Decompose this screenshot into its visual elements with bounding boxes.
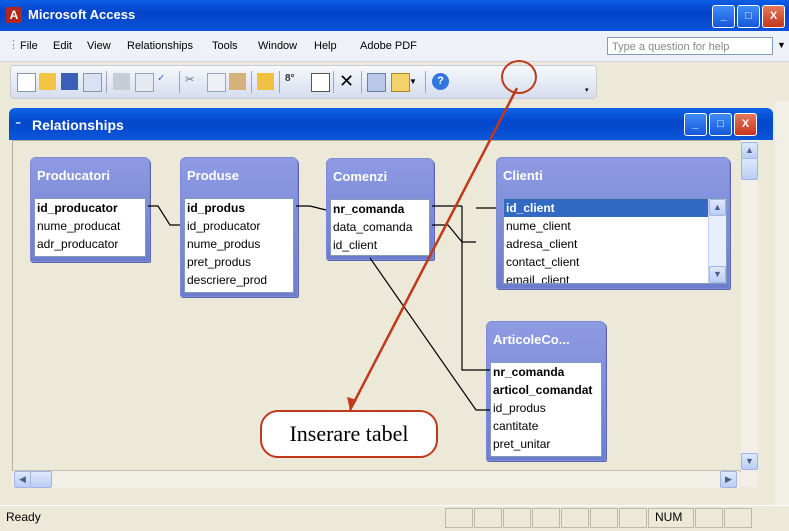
callout-highlight-ring — [501, 60, 537, 94]
callout-arrow-line — [348, 87, 519, 411]
rel-produs-line — [296, 205, 327, 211]
scroll-thumb[interactable] — [741, 158, 758, 180]
canvas-vertical-scrollbar[interactable]: ▲ ▼ — [741, 140, 758, 487]
rel-nrcomanda-line — [461, 206, 490, 371]
rel-idprodus-line — [369, 257, 490, 411]
status-text: Ready — [6, 510, 41, 524]
scroll-thumb[interactable] — [30, 471, 52, 488]
annotation-callout: Inserare tabel — [260, 410, 438, 458]
scroll-right-icon[interactable]: ▶ — [720, 471, 737, 488]
rel-producator-line — [148, 205, 180, 226]
scroll-left-icon[interactable]: ◀ — [14, 471, 31, 488]
canvas-horizontal-scrollbar[interactable]: ◀ ▶ — [12, 470, 740, 488]
scroll-up-icon[interactable]: ▲ — [741, 142, 758, 159]
status-num-lock: NUM — [655, 510, 683, 524]
scroll-down-icon[interactable]: ▼ — [741, 453, 758, 470]
